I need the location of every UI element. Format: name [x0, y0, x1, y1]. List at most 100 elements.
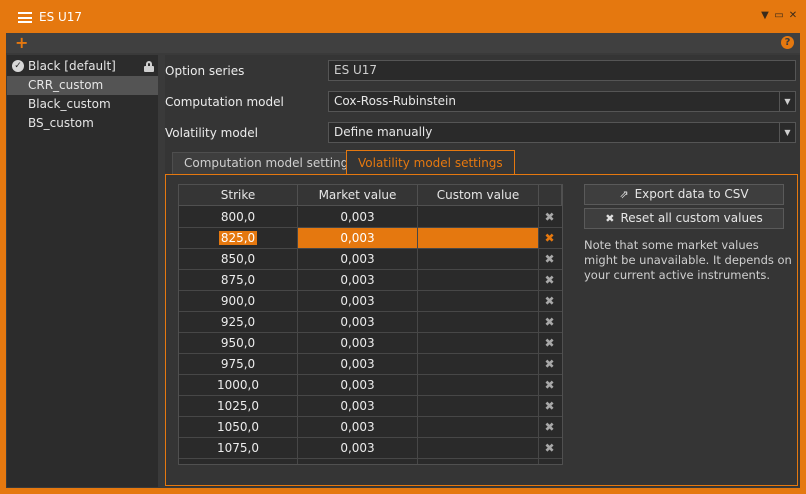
table-row[interactable]: 850,0 0,003 ✖	[179, 249, 562, 270]
add-icon[interactable]: +	[15, 35, 28, 51]
strike-cell[interactable]: 800,0	[179, 207, 298, 227]
list-item-label: Black [default]	[28, 59, 116, 73]
table-row[interactable]: 800,0 0,003 ✖	[179, 207, 562, 228]
table-row[interactable]: 825,0 0,003 ✖	[179, 228, 562, 249]
market-value-cell[interactable]: 0,003	[298, 249, 418, 269]
table-row[interactable]: 975,0 0,003 ✖	[179, 354, 562, 375]
custom-value-cell[interactable]	[418, 396, 539, 416]
market-value-cell[interactable]: 0,003	[298, 270, 418, 290]
grid-scrollbar[interactable]: ▲ ▼	[562, 207, 563, 465]
strike-cell[interactable]: 900,0	[179, 291, 298, 311]
help-icon[interactable]: ?	[781, 36, 794, 49]
strike-value: 975,0	[220, 357, 256, 371]
strike-cell[interactable]: 1075,0	[179, 438, 298, 458]
clear-row-icon[interactable]: ✖	[539, 396, 560, 416]
strike-value: 1075,0	[217, 441, 259, 455]
list-item-bs-custom[interactable]: BS_custom	[7, 114, 158, 133]
custom-value-cell[interactable]	[418, 291, 539, 311]
market-value-cell[interactable]: 0,003	[298, 417, 418, 437]
market-value-cell[interactable]: 0,003	[298, 375, 418, 395]
custom-value-cell[interactable]	[418, 249, 539, 269]
clear-row-icon[interactable]: ✖	[539, 438, 560, 458]
clear-row-icon[interactable]: ✖	[539, 207, 560, 227]
market-value-cell[interactable]: 0,003	[298, 438, 418, 458]
table-row[interactable]: 1000,0 0,003 ✖	[179, 375, 562, 396]
custom-value-cell[interactable]	[418, 207, 539, 227]
table-row[interactable]: 1050,0 0,003 ✖	[179, 417, 562, 438]
tab-computation-model-settings[interactable]: Computation model settings	[172, 152, 367, 175]
strike-cell[interactable]: 875,0	[179, 270, 298, 290]
strike-value: 1100,0	[217, 462, 259, 464]
export-icon: ⇗	[619, 188, 629, 201]
export-csv-label: Export data to CSV	[634, 187, 749, 201]
clear-row-icon[interactable]: ✖	[539, 291, 560, 311]
strike-cell[interactable]: 1025,0	[179, 396, 298, 416]
table-row[interactable]: 875,0 0,003 ✖	[179, 270, 562, 291]
maximize-icon[interactable]: ▭	[774, 10, 784, 22]
market-value-cell[interactable]: 0,003	[298, 333, 418, 353]
hamburger-menu-icon[interactable]	[18, 12, 32, 23]
clear-row-icon[interactable]: ✖	[539, 333, 560, 353]
strike-cell[interactable]: 975,0	[179, 354, 298, 374]
column-header-market-value[interactable]: Market value	[298, 185, 418, 206]
option-series-field[interactable]: ES U17	[328, 60, 796, 81]
market-value-cell[interactable]: 0,003	[298, 354, 418, 374]
table-row[interactable]: 950,0 0,003 ✖	[179, 333, 562, 354]
custom-value-cell[interactable]	[418, 438, 539, 458]
chevron-down-icon[interactable]: ▼	[779, 123, 795, 142]
clear-row-icon[interactable]: ✖	[539, 354, 560, 374]
table-row[interactable]: 1100,0 0,003 ✖	[179, 459, 562, 464]
clear-row-icon[interactable]: ✖	[539, 417, 560, 437]
model-list: ✓ Black [default] CRR_custom Black_custo…	[7, 55, 158, 487]
list-item-label: BS_custom	[28, 116, 94, 130]
clear-row-icon[interactable]: ✖	[539, 270, 560, 290]
table-row[interactable]: 1075,0 0,003 ✖	[179, 438, 562, 459]
strike-value: 925,0	[220, 315, 256, 329]
clear-row-icon[interactable]: ✖	[539, 249, 560, 269]
window-frame: + ? ✓ Black [default] CRR_custom Black_c…	[6, 33, 800, 488]
strike-cell[interactable]: 925,0	[179, 312, 298, 332]
strike-cell[interactable]: 825,0	[179, 228, 298, 248]
tab-volatility-model-settings[interactable]: Volatility model settings	[346, 150, 515, 175]
custom-value-cell[interactable]	[418, 270, 539, 290]
custom-value-cell[interactable]	[418, 333, 539, 353]
market-value-cell[interactable]: 0,003	[298, 312, 418, 332]
custom-value-cell[interactable]	[418, 312, 539, 332]
clear-row-icon[interactable]: ✖	[539, 312, 560, 332]
custom-value-cell[interactable]	[418, 354, 539, 374]
table-row[interactable]: 1025,0 0,003 ✖	[179, 396, 562, 417]
list-item-label: CRR_custom	[28, 78, 104, 92]
market-value-cell[interactable]: 0,003	[298, 459, 418, 464]
minimize-icon[interactable]: ▼	[760, 10, 770, 22]
custom-value-cell[interactable]	[418, 417, 539, 437]
list-item-black-default[interactable]: ✓ Black [default]	[7, 57, 158, 76]
custom-value-cell[interactable]	[418, 375, 539, 395]
chevron-down-icon[interactable]: ▼	[779, 92, 795, 111]
table-row[interactable]: 925,0 0,003 ✖	[179, 312, 562, 333]
market-value-cell[interactable]: 0,003	[298, 291, 418, 311]
table-row[interactable]: 900,0 0,003 ✖	[179, 291, 562, 312]
clear-row-icon[interactable]: ✖	[539, 228, 560, 248]
list-item-crr-custom[interactable]: CRR_custom	[7, 76, 158, 95]
strike-cell[interactable]: 1100,0	[179, 459, 298, 464]
strike-cell[interactable]: 850,0	[179, 249, 298, 269]
strike-cell[interactable]: 1000,0	[179, 375, 298, 395]
availability-note: Note that some market values might be un…	[584, 238, 792, 282]
custom-value-cell[interactable]	[418, 228, 539, 248]
clear-row-icon[interactable]: ✖	[539, 459, 560, 464]
volatility-model-select[interactable]: Define manually ▼	[328, 122, 796, 143]
custom-value-cell[interactable]	[418, 459, 539, 464]
export-csv-button[interactable]: ⇗ Export data to CSV	[584, 184, 784, 205]
clear-row-icon[interactable]: ✖	[539, 375, 560, 395]
market-value-cell[interactable]: 0,003	[298, 228, 418, 248]
strike-cell[interactable]: 1050,0	[179, 417, 298, 437]
computation-model-select[interactable]: Cox-Ross-Rubinstein ▼	[328, 91, 796, 112]
close-icon[interactable]: ✕	[788, 10, 798, 22]
column-header-custom-value[interactable]: Custom value	[418, 185, 539, 206]
reset-custom-values-button[interactable]: ✖ Reset all custom values	[584, 208, 784, 229]
market-value-cell[interactable]: 0,003	[298, 207, 418, 227]
column-header-strike[interactable]: Strike	[179, 185, 298, 206]
list-item-black-custom[interactable]: Black_custom	[7, 95, 158, 114]
strike-cell[interactable]: 950,0	[179, 333, 298, 353]
market-value-cell[interactable]: 0,003	[298, 396, 418, 416]
